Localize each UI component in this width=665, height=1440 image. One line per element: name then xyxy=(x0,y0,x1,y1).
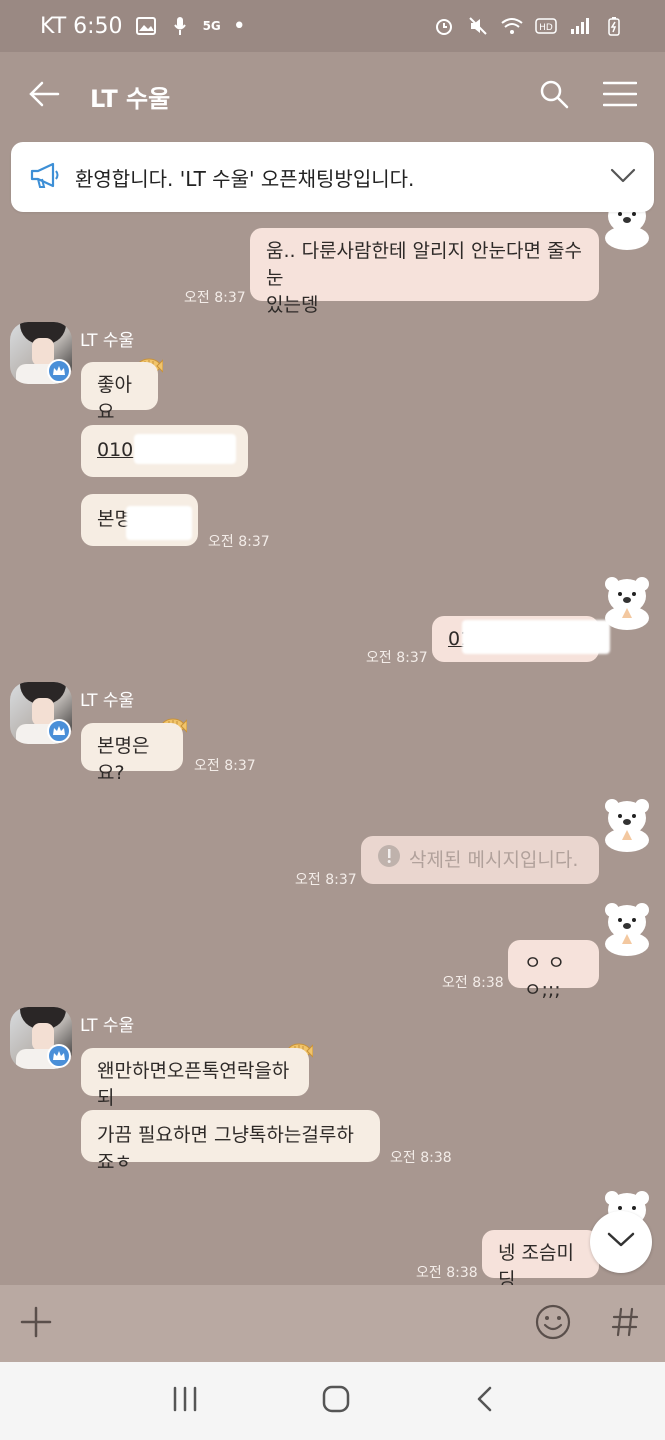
message-time: 오전 8:37 xyxy=(184,290,246,306)
redaction-mark xyxy=(462,620,610,654)
sender-name: LT 수울 xyxy=(80,331,135,351)
input-bar xyxy=(0,1285,665,1362)
message-bubble-other[interactable]: 좋아요 xyxy=(81,362,158,423)
recent-apps-icon[interactable] xyxy=(171,1386,199,1416)
home-icon[interactable] xyxy=(321,1384,351,1418)
message-bubble-me[interactable]: ㅇ ㅇㅇ;;; xyxy=(508,940,599,1001)
message-time: 오전 8:38 xyxy=(390,1150,452,1166)
input-actions xyxy=(535,1304,645,1344)
notice-banner[interactable]: 환영합니다. 'LT 수울' 오픈채팅방입니다. xyxy=(11,142,654,212)
message-time: 오전 8:37 xyxy=(366,650,428,666)
alert-icon xyxy=(377,844,401,876)
message-time: 오전 8:37 xyxy=(208,534,270,550)
crown-badge-icon xyxy=(47,359,71,383)
message-text: 삭제된 메시지입니다. xyxy=(409,848,579,871)
message-text: 움.. 다룬사람한테 알리지 안눈다면 줄수눈 xyxy=(266,240,582,289)
message-text: ㅇ ㅇㅇ;;; xyxy=(524,952,565,1001)
message-bubble-other[interactable]: 본명은요? xyxy=(81,723,183,784)
message-time: 오전 8:38 xyxy=(442,975,504,991)
emoji-icon[interactable] xyxy=(535,1304,571,1344)
redaction-mark xyxy=(134,434,236,464)
message-text: 좋아요 xyxy=(97,374,132,423)
bear-sticker-icon xyxy=(600,898,654,956)
message-text: 넹 조슴미딩 xyxy=(498,1242,574,1291)
scroll-to-bottom-button[interactable] xyxy=(590,1211,652,1273)
bear-sticker-icon xyxy=(600,794,654,852)
message-text: 왠만하면오픈톡연락을하되 xyxy=(97,1060,290,1109)
hash-icon[interactable] xyxy=(611,1307,639,1341)
message-bubble-other[interactable]: 왠만하면오픈톡연락을하되 xyxy=(81,1048,309,1109)
system-nav-bar xyxy=(0,1362,665,1440)
phone-number-link[interactable]: 010 xyxy=(97,439,133,461)
sender-name: LT 수울 xyxy=(80,691,135,711)
crown-badge-icon xyxy=(47,1044,71,1068)
message-time: 오전 8:38 xyxy=(416,1265,478,1281)
message-text: 가끔 필요하면 그냥톡하는걸루하죠ㅎ xyxy=(97,1124,354,1173)
message-bubble-me[interactable]: 움.. 다룬사람한테 알리지 안눈다면 줄수눈 있는뎅 xyxy=(250,228,599,316)
message-text: 있는뎅 xyxy=(266,294,319,316)
deleted-message-bubble[interactable]: 삭제된 메시지입니다. xyxy=(361,836,599,884)
redaction-mark xyxy=(126,506,192,540)
sender-name: LT 수울 xyxy=(80,1016,135,1036)
chevron-down-icon[interactable] xyxy=(610,165,636,189)
message-time: 오전 8:37 xyxy=(295,872,357,888)
plus-icon[interactable] xyxy=(20,1306,52,1342)
megaphone-icon xyxy=(29,161,61,194)
message-bubble-other[interactable]: 가끔 필요하면 그냥톡하는걸루하죠ㅎ xyxy=(81,1110,380,1173)
crown-badge-icon xyxy=(47,719,71,743)
notice-text: 환영합니다. 'LT 수울' 오픈채팅방입니다. xyxy=(75,166,415,191)
message-time: 오전 8:37 xyxy=(194,758,256,774)
back-nav-icon[interactable] xyxy=(474,1385,494,1417)
message-bubble-me[interactable]: 넹 조슴미딩 xyxy=(482,1230,599,1291)
chevron-down-icon xyxy=(607,1232,635,1252)
message-text: 본명은요? xyxy=(97,735,150,784)
